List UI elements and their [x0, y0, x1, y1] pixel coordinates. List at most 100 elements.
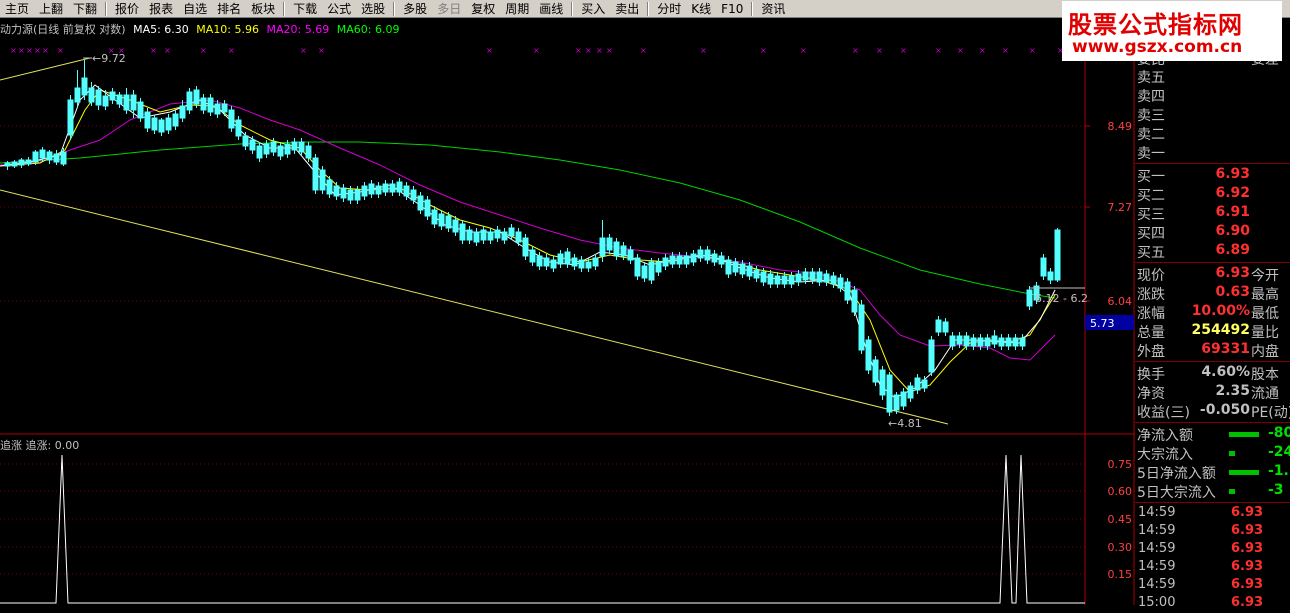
candle-body-3	[25, 159, 32, 165]
candle-body-75	[529, 249, 536, 263]
candle-body-143	[1005, 337, 1012, 347]
candle-body-92	[648, 261, 655, 281]
candle-body-87	[613, 241, 620, 257]
buy-row-3: 买四 6.90	[1135, 223, 1290, 242]
top-marker-7: ×	[118, 46, 125, 55]
candle-body-141	[991, 335, 998, 345]
candle-body-108	[760, 271, 767, 283]
ma20-value: MA20: 5.69	[266, 23, 330, 36]
candle-body-99	[697, 249, 704, 259]
buy-row-2-label: 买三	[1137, 207, 1165, 223]
candle-body-27	[193, 89, 200, 105]
sell-row-3-label: 卖二	[1137, 127, 1165, 143]
candle-body-67	[473, 231, 480, 243]
indicator-panel: 0.75 0.60 0.45 0.30 0.15	[0, 454, 1133, 604]
candle-body-33	[235, 119, 242, 137]
candle-body-60	[424, 199, 431, 217]
candle-body-21	[151, 117, 158, 131]
candle-body-43	[305, 145, 312, 159]
logo-title: 股票公式指标网	[1068, 11, 1243, 39]
candle-body-73	[515, 231, 522, 243]
candle-body-129	[907, 385, 914, 399]
candle-body-58	[410, 189, 417, 201]
flow-row-0: 净流入额 -80	[1135, 425, 1290, 444]
candle-body-137	[963, 335, 970, 347]
candle-body-81	[571, 257, 578, 267]
chart-title: 动力源(日线 前复权 对数)	[0, 23, 126, 36]
candle-body-98	[690, 253, 697, 263]
tick-price: 6.93	[1231, 541, 1264, 556]
price-tick-0: 8.49	[1108, 120, 1133, 133]
candle-body-45	[319, 169, 326, 191]
candle-body-96	[676, 255, 683, 265]
tick-row-4: 14:59 6.93	[1135, 577, 1290, 595]
indicator-tick-2: 0.45	[1108, 513, 1133, 526]
top-marker-25: ×	[876, 46, 883, 55]
candle-body-0	[4, 162, 11, 167]
candle-body-102	[718, 255, 725, 265]
candle-body-101	[711, 253, 718, 263]
candle-body-6	[46, 151, 53, 161]
tick-row-2: 14:59 6.93	[1135, 541, 1290, 559]
candle-body-90	[634, 257, 641, 277]
candlestick-chart[interactable]: ←9.72←4.816.12 - 6.2 × × × × × × × × × × × × × × × × × × ×…	[0, 0, 1135, 605]
flow-value: -3	[1268, 482, 1284, 498]
candle-body-36	[256, 145, 263, 159]
candle-body-130	[914, 377, 921, 391]
tick-price: 6.93	[1231, 505, 1264, 520]
candle-body-97	[683, 255, 690, 265]
candle-body-24	[172, 113, 179, 127]
candle-body-57	[403, 185, 410, 197]
buy-row-3-value: 6.90	[1215, 223, 1250, 239]
flow-bar	[1229, 489, 1235, 494]
candle-body-4	[32, 151, 39, 163]
site-logo: 股票公式指标网 www.gszx.com.cn	[1062, 1, 1282, 61]
candle-body-121	[851, 289, 858, 313]
candle-body-40	[284, 143, 291, 155]
candle-body-74	[522, 237, 529, 257]
logo-url: www.gszx.com.cn	[1072, 37, 1243, 57]
candle-body-7	[53, 153, 60, 163]
stat-row-2: 涨幅 10.00% 最低	[1135, 303, 1290, 322]
flow-bar	[1229, 451, 1235, 456]
stat2-row-0-label: 换手	[1137, 367, 1165, 383]
top-marker-19: ×	[606, 46, 613, 55]
candle-body-93	[655, 261, 662, 273]
flow-label: 大宗流入	[1137, 447, 1193, 463]
flow-label: 5日大宗流入	[1137, 485, 1216, 501]
top-marker-11: ×	[228, 46, 235, 55]
sell-row-0-label: 卖五	[1137, 70, 1165, 86]
quote-divider	[1135, 361, 1290, 362]
buy-row-2: 买三 6.91	[1135, 204, 1290, 223]
candle-body-123	[865, 339, 872, 371]
stat-row-3: 总量 254492 量比	[1135, 322, 1290, 341]
candle-body-1	[11, 161, 18, 167]
quote-divider	[1135, 502, 1290, 503]
stat-row-0-value: 6.93	[1215, 265, 1250, 281]
stat-row-0-label: 现价	[1137, 268, 1165, 284]
candle-body-104	[732, 261, 739, 273]
stat-row-1-label: 涨跌	[1137, 287, 1165, 303]
candle-body-126	[886, 374, 893, 413]
candle-body-37	[263, 143, 270, 155]
candle-body-132	[928, 339, 935, 373]
stat2-row-0-value: 4.60%	[1201, 364, 1250, 380]
price-tick-1: 7.27	[1108, 201, 1133, 214]
tick-time: 14:59	[1138, 577, 1176, 592]
stat2-row-2-right: PE(动)	[1251, 405, 1290, 421]
candle-body-64	[452, 219, 459, 233]
candle-body-14	[102, 95, 109, 107]
candle-body-110	[774, 275, 781, 285]
buy-row-0-value: 6.93	[1215, 166, 1250, 182]
flow-row-3: 5日大宗流入 -3	[1135, 482, 1290, 501]
top-marker-3: ×	[34, 46, 41, 55]
top-marker-18: ×	[596, 46, 603, 55]
candle-body-106	[746, 265, 753, 277]
stat-row-3-right: 量比	[1251, 325, 1279, 341]
candle-body-150	[1054, 229, 1061, 281]
candle-body-122	[858, 304, 865, 351]
candle-body-113	[795, 273, 802, 283]
top-marker-14: ×	[486, 46, 493, 55]
candle-body-63	[445, 215, 452, 229]
buy-row-4: 买五 6.89	[1135, 242, 1290, 261]
